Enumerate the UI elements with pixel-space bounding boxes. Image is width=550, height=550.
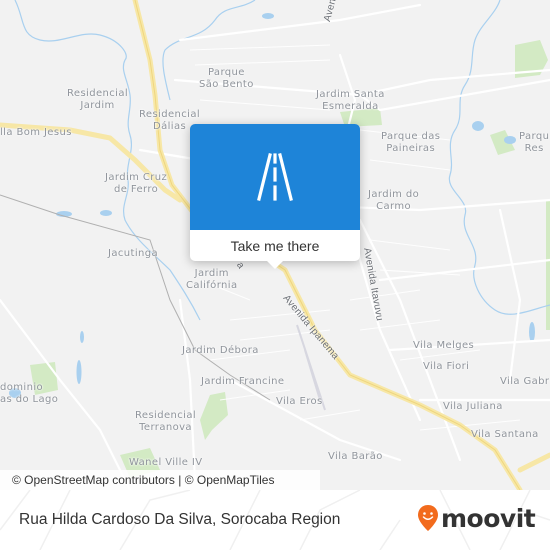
- major-road: [517, 452, 550, 473]
- footer: Rua Hilda Cardoso Da Silva, Sorocaba Reg…: [0, 490, 550, 550]
- lake: [472, 121, 484, 131]
- lake: [262, 13, 274, 19]
- place-label-vila-gabr: Vila Gabr: [500, 376, 550, 387]
- moovit-wordmark: moovit: [441, 503, 536, 533]
- place-label-residencial-jardim: Residencial Jardim: [67, 88, 129, 111]
- moovit-pin-icon: [418, 505, 438, 531]
- road: [228, 378, 402, 462]
- location-title: Rua Hilda Cardoso Da Silva, Sorocaba Reg…: [19, 511, 341, 528]
- road: [378, 258, 550, 282]
- place-label-parque-das-paineiras: Parque das Paineiras: [381, 131, 441, 154]
- park-area: [546, 200, 550, 330]
- road: [178, 298, 197, 482]
- moovit-logo[interactable]: moovit: [417, 503, 536, 533]
- place-label-jardim-california: Jardim Califórnia: [186, 268, 238, 291]
- road: [178, 3, 422, 42]
- place-label-vila-eros: Vila Eros: [276, 396, 323, 407]
- take-me-there-popup[interactable]: Take me there: [190, 124, 360, 269]
- river: [14, 0, 201, 321]
- lake: [529, 322, 535, 342]
- place-label-parque-res: Parqu Res: [519, 131, 550, 154]
- place-label-jacutinga: Jacutinga: [108, 248, 159, 259]
- place-label-vila-bom-jesus: lla Bom Jesus: [0, 127, 72, 138]
- place-label-vila-fiori: Vila Fiori: [423, 361, 470, 372]
- lake: [80, 331, 84, 343]
- place-label-jardim-francine: Jardim Francine: [201, 376, 285, 387]
- lake: [504, 136, 516, 144]
- lake: [76, 360, 82, 384]
- road: [358, 78, 550, 112]
- place-label-jardim-cruz-de-ferro: Jardim Cruz de Ferro: [105, 172, 168, 195]
- map-attribution[interactable]: © OpenStreetMap contributors | © OpenMap…: [0, 470, 320, 490]
- road-icon: [257, 153, 293, 201]
- place-label-condominio: dominio as do Lago: [0, 382, 59, 405]
- road: [498, 208, 522, 382]
- place-label-parque-sao-bento: Parque São Bento: [199, 67, 254, 90]
- take-me-there-button[interactable]: Take me there: [190, 230, 360, 261]
- place-label-vila-juliana: Vila Juliana: [443, 401, 503, 412]
- place-label-vila-santana: Vila Santana: [471, 429, 539, 440]
- map-view[interactable]: Parque São Bento Residencial Jardim Reside…: [0, 0, 550, 490]
- place-label-residencial-terranova: Residencial Terranova: [135, 410, 197, 433]
- place-label-wanel-ville-iv: Wanel Ville IV: [129, 457, 203, 468]
- place-label-vila-barao: Vila Barão: [328, 451, 383, 462]
- popup-header: [190, 124, 360, 230]
- place-label-vila-melges: Vila Melges: [413, 340, 475, 351]
- popup-pointer: [267, 261, 283, 269]
- lake: [100, 210, 112, 216]
- place-label-jardim-santa-esmeralda: Jardim Santa Esmeralda: [316, 89, 385, 112]
- place-label-jardim-do-carmo: Jardim do Carmo: [368, 189, 420, 212]
- place-label-jardim-debora: Jardim Débora: [182, 345, 259, 356]
